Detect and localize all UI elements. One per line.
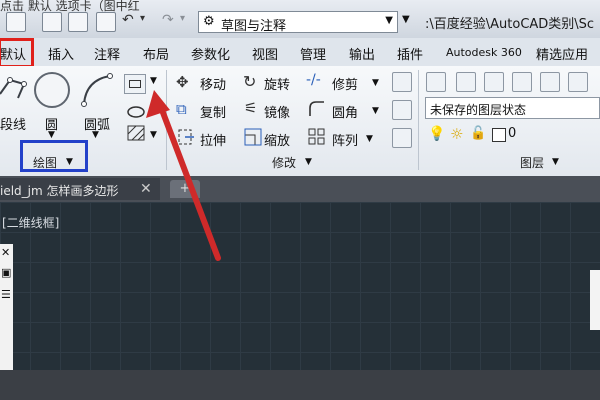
document-tab-title: ield_jm 怎样画多边形 [0, 184, 119, 198]
ellipse-icon[interactable] [126, 104, 146, 120]
layer-isolate-icon[interactable] [512, 72, 532, 92]
rotate-icon[interactable]: ↻ [243, 72, 256, 91]
viewcube-edge[interactable] [590, 270, 600, 330]
lightbulb-icon[interactable]: 💡 [428, 126, 445, 142]
modify-panel-title[interactable]: 修改 [272, 154, 296, 171]
layer-properties-icon[interactable] [426, 72, 446, 92]
layers-panel-expand-icon[interactable]: ▼ [552, 157, 559, 167]
arc-icon[interactable] [80, 72, 114, 108]
tab-parametric[interactable]: 参数化 [191, 44, 230, 63]
rotate-label[interactable]: 旋转 [264, 74, 290, 93]
title-bar: 点击 默认 选项卡（图中红 ↶ ▾ ↷ ▾ ⚙ 草图与注释 ▼ ▼ :\百度经验… [0, 0, 600, 39]
scale-label[interactable]: 缩放 [264, 130, 290, 149]
stretch-label[interactable]: 拉伸 [200, 130, 226, 149]
panel-divider [166, 70, 167, 170]
red-highlight-box [0, 38, 34, 68]
mirror-icon[interactable]: ⚟ [244, 99, 257, 117]
save-as-icon[interactable] [68, 12, 88, 32]
tab-view[interactable]: 视图 [252, 44, 278, 63]
sun-icon[interactable]: ☼ [450, 125, 463, 143]
arc-dropdown-icon[interactable]: ▼ [92, 130, 99, 140]
panel-divider [418, 70, 419, 170]
trim-dropdown-icon[interactable]: ▼ [372, 78, 379, 88]
print-icon[interactable] [96, 12, 116, 32]
copy-icon[interactable]: ⧉ [176, 100, 187, 118]
move-label[interactable]: 移动 [200, 74, 226, 93]
fillet-label[interactable]: 圆角 [332, 102, 358, 121]
close-icon[interactable]: ✕ [140, 181, 152, 197]
modify-panel-expand-icon[interactable]: ▼ [305, 157, 312, 167]
mirror-label[interactable]: 镜像 [264, 102, 290, 121]
tab-featured-apps[interactable]: 精选应用 [536, 44, 588, 63]
drawing-canvas[interactable] [0, 202, 600, 370]
rectangle-icon[interactable] [124, 74, 146, 94]
viewport-style-label[interactable]: [二维线框] [2, 214, 59, 231]
rectangle-dropdown-icon[interactable]: ▼ [150, 76, 157, 86]
layer-name-value[interactable]: 0 [508, 126, 516, 141]
workspace-label: 草图与注释 [221, 19, 287, 34]
layer-state-dropdown[interactable]: 未保存的图层状态 [425, 97, 600, 119]
erase-brush-icon[interactable] [392, 72, 412, 92]
redo-dropdown-icon[interactable]: ▾ [180, 13, 185, 24]
tab-autodesk-360[interactable]: Autodesk 360 [446, 46, 522, 59]
move-icon[interactable]: ✥ [176, 73, 189, 91]
view-controls-strip: ✕ ▣ ☰ [0, 244, 13, 370]
array-icon[interactable] [308, 128, 326, 146]
blue-highlight-box [20, 140, 88, 172]
properties-icon[interactable]: ☰ [1, 288, 11, 301]
layer-match-icon[interactable] [484, 72, 504, 92]
layers-panel-title[interactable]: 图层 [520, 154, 544, 171]
layer-off-icon[interactable] [568, 72, 588, 92]
ribbon-tabs: 默认 插入 注释 布局 参数化 视图 管理 输出 插件 Autodesk 360… [0, 38, 600, 67]
tab-layout[interactable]: 布局 [143, 44, 169, 63]
tab-output[interactable]: 输出 [349, 44, 375, 63]
new-tab-button[interactable]: + [170, 180, 200, 198]
circle-dropdown-icon[interactable]: ▼ [48, 130, 55, 140]
tab-insert[interactable]: 插入 [48, 44, 74, 63]
window-title: :\百度经验\AutoCAD类别\Sc [425, 17, 595, 32]
save-icon[interactable] [42, 12, 62, 32]
ribbon: 段线 圆 ▼ 圆弧 ▼ ▼ ▼ ▼ 绘图 ▼ ✥ 移动 ↻ 旋转 -/- 修剪 … [0, 66, 600, 177]
redo-icon[interactable]: ↷ [162, 12, 174, 28]
trim-icon[interactable]: -/- [306, 72, 321, 88]
pin-icon[interactable]: ▣ [1, 266, 11, 279]
workspace-dropdown[interactable]: ⚙ 草图与注释 ▼ [198, 11, 398, 34]
copy-label[interactable]: 复制 [200, 102, 226, 121]
layer-state-value: 未保存的图层状态 [430, 103, 527, 117]
polyline-icon[interactable] [0, 74, 30, 104]
close-icon[interactable]: ✕ [1, 246, 10, 259]
gear-icon: ⚙ [203, 14, 215, 29]
fillet-dropdown-icon[interactable]: ▼ [372, 106, 379, 116]
tab-manage[interactable]: 管理 [300, 44, 326, 63]
stretch-icon[interactable] [177, 128, 195, 146]
tab-plugins[interactable]: 插件 [397, 44, 423, 63]
circle-icon[interactable] [34, 72, 70, 108]
array-dropdown-icon[interactable]: ▼ [366, 134, 373, 144]
explode-icon[interactable] [392, 100, 412, 120]
command-line-area[interactable] [0, 370, 600, 400]
open-icon[interactable] [6, 12, 26, 32]
layer-freeze-icon[interactable] [540, 72, 560, 92]
hatch-icon[interactable] [126, 124, 146, 142]
offset-icon[interactable] [392, 128, 412, 148]
trim-label[interactable]: 修剪 [332, 74, 358, 93]
chevron-down-icon: ▼ [385, 15, 393, 26]
document-tab[interactable]: ield_jm 怎样画多边形 [0, 178, 160, 200]
tab-annotate[interactable]: 注释 [94, 44, 120, 63]
scale-icon[interactable] [244, 128, 262, 146]
hatch-dropdown-icon[interactable]: ▼ [150, 130, 157, 140]
polyline-label: 段线 [0, 118, 27, 133]
quick-access-menu-icon[interactable]: ▼ [402, 14, 410, 25]
undo-icon[interactable]: ↶ [122, 12, 134, 28]
array-label[interactable]: 阵列 [332, 130, 358, 149]
undo-dropdown-icon[interactable]: ▾ [140, 13, 145, 24]
ellipse-dropdown-icon[interactable]: ▼ [150, 106, 157, 116]
fillet-icon[interactable] [308, 100, 326, 118]
layer-color-swatch[interactable] [492, 128, 506, 142]
unlock-icon[interactable]: 🔓 [470, 126, 486, 141]
layer-states-icon[interactable] [456, 72, 476, 92]
